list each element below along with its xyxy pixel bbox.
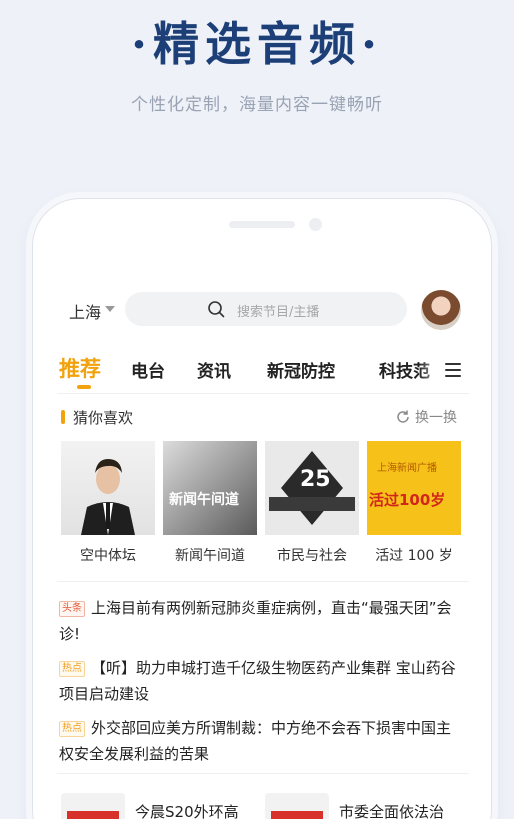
tab-news[interactable]: 资讯: [197, 357, 231, 382]
search-box[interactable]: 搜索节目/主播: [125, 292, 407, 326]
banner-subtitle: 个性化定制，海量内容一键畅听: [131, 95, 383, 115]
article-thumbnail: [61, 793, 125, 819]
program-title: 活过 100 岁: [375, 548, 453, 564]
news-item[interactable]: 头条 上海目前有两例新冠肺炎重症病例，直击“最强天团”会诊!: [59, 595, 459, 647]
top-bar: 上海 搜索节目/主播: [33, 289, 491, 331]
program-title: 新闻午间道: [175, 548, 245, 564]
article-title: 今晨S20外环高: [135, 803, 239, 819]
banner-title: ·精选音频·: [130, 17, 384, 71]
article-card[interactable]: 今晨S20外环高: [61, 793, 261, 819]
program-thumbnail: 25: [265, 441, 359, 535]
article-card[interactable]: 市委全面依法治: [265, 793, 465, 819]
thumb-title: 活过100岁: [369, 491, 446, 509]
recommend-cards: 空中体坛 新闻午间道 新闻午间道 25 市民与社会 上海新闻广播 活过100岁: [33, 441, 491, 567]
menu-icon[interactable]: [445, 363, 461, 377]
program-title: 空中体坛: [80, 548, 136, 564]
article-title: 市委全面依法治: [339, 803, 445, 819]
tab-covid[interactable]: 新冠防控: [267, 357, 335, 382]
program-card[interactable]: 空中体坛: [61, 441, 155, 565]
category-tabs: 推荐 电台 资讯 新冠防控 科技范: [33, 349, 491, 393]
tab-recommend[interactable]: 推荐: [59, 353, 101, 383]
news-text: 【听】助力申城打造千亿级生物医药产业集群 宝山药谷项目启动建设: [59, 659, 456, 703]
refresh-icon[interactable]: [395, 409, 411, 425]
avatar[interactable]: [421, 290, 461, 330]
refresh-button[interactable]: 换一换: [415, 407, 457, 427]
active-tab-indicator: [77, 385, 91, 389]
program-card[interactable]: 25 市民与社会: [265, 441, 359, 565]
tab-radio[interactable]: 电台: [131, 357, 165, 382]
program-thumbnail: 上海新闻广播 活过100岁: [367, 441, 461, 535]
phone-camera: [309, 218, 322, 231]
program-card[interactable]: 新闻午间道 新闻午间道: [163, 441, 257, 565]
divider: [57, 773, 469, 774]
section-header: 猜你喜欢 换一换: [33, 405, 491, 431]
hot-tag: 热点: [59, 661, 85, 677]
news-text: 上海目前有两例新冠肺炎重症病例，直击“最强天团”会诊!: [59, 599, 452, 643]
section-accent-bar: [61, 410, 65, 424]
hot-tag: 热点: [59, 721, 85, 737]
thumb-number: 25: [300, 467, 331, 492]
program-thumbnail: 新闻午间道: [163, 441, 257, 535]
divider: [57, 581, 469, 582]
thumb-header: 上海新闻广播: [377, 463, 437, 474]
divider: [57, 393, 469, 394]
section-title: 猜你喜欢: [73, 409, 134, 427]
news-item[interactable]: 热点 【听】助力申城打造千亿级生物医药产业集群 宝山药谷项目启动建设: [59, 655, 459, 707]
headline-tag: 头条: [59, 601, 85, 617]
phone-frame: 上海 搜索节目/主播 推荐 电台 资讯 新冠防控 科技范 猜你喜欢 换一换 空中…: [32, 198, 492, 819]
article-thumbnail: [265, 793, 329, 819]
caret-down-icon[interactable]: [105, 306, 115, 312]
program-title: 市民与社会: [277, 548, 347, 564]
tab-fade: [419, 353, 447, 385]
city-selector[interactable]: 上海: [69, 299, 101, 323]
search-placeholder: 搜索节目/主播: [237, 305, 320, 320]
host-portrait-icon: [81, 459, 135, 535]
search-icon: [208, 301, 225, 318]
program-card[interactable]: 上海新闻广播 活过100岁 活过 100 岁: [367, 441, 461, 565]
program-thumbnail: [61, 441, 155, 535]
phone-speaker: [229, 221, 295, 228]
news-item[interactable]: 热点 外交部回应美方所谓制裁：中方绝不会吞下损害中国主权安全发展利益的苦果: [59, 715, 459, 767]
thumb-title: 新闻午间道: [169, 492, 239, 508]
news-text: 外交部回应美方所谓制裁：中方绝不会吞下损害中国主权安全发展利益的苦果: [59, 719, 452, 763]
